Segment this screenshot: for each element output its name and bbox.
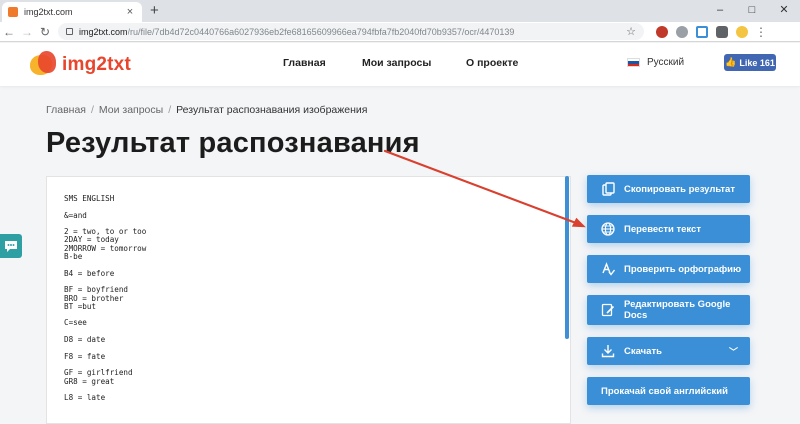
window-controls: – □ ✕ (704, 0, 800, 22)
minimize-button[interactable]: – (704, 0, 736, 22)
reload-icon[interactable]: ↻ (36, 25, 54, 39)
site-favicon-icon (8, 7, 18, 17)
like-label: Like 161 (739, 57, 775, 68)
nav-link-about[interactable]: О проекте (466, 57, 518, 69)
breadcrumb-home[interactable]: Главная (46, 104, 86, 116)
bookmark-star-icon[interactable]: ☆ (626, 25, 636, 38)
extension-hash-icon[interactable] (696, 25, 708, 38)
spellcheck-icon (601, 262, 615, 276)
russian-flag-icon (627, 58, 640, 67)
logo-text: img2txt (62, 54, 131, 75)
spellcheck-button[interactable]: Проверить орфографию (587, 255, 750, 283)
copy-result-label: Скопировать результат (624, 183, 735, 195)
globe-icon (601, 222, 615, 236)
site-logo[interactable]: img2txt (30, 51, 131, 79)
tab-title: img2txt.com (24, 7, 73, 17)
profile-avatar-icon[interactable] (736, 25, 748, 38)
nav-link-my-requests[interactable]: Мои запросы (362, 57, 431, 69)
back-arrow-icon[interactable]: ← (0, 25, 18, 39)
translate-text-label: Перевести текст (624, 223, 701, 235)
browser-tabstrip: img2txt.com × + – □ ✕ (0, 0, 800, 22)
url-host: img2txt.com (79, 26, 128, 37)
edit-google-docs-label: Редактировать Google Docs (624, 299, 731, 321)
breadcrumb-separator: / (168, 104, 172, 116)
browser-menu-icon[interactable]: ⋮ (752, 25, 770, 39)
extension-gray-icon[interactable] (676, 25, 688, 38)
url-path: /ru/file/7db4d72c0440766a6027936eb2fe681… (127, 26, 515, 37)
tab-close-icon[interactable]: × (124, 6, 136, 18)
ocr-result-textarea[interactable]: SMS ENGLISH &=and 2 = two, to or too 2DA… (46, 176, 571, 424)
forward-arrow-icon[interactable]: → (18, 25, 36, 39)
nav-link-home[interactable]: Главная (283, 57, 326, 69)
extension-red-icon[interactable] (656, 25, 668, 38)
facebook-like-button[interactable]: 👍 Like 161 (724, 54, 776, 71)
close-window-button[interactable]: ✕ (768, 0, 800, 22)
language-label: Русский (647, 57, 685, 68)
breadcrumb: Главная / Мои запросы / Результат распоз… (46, 104, 367, 116)
new-tab-button[interactable]: + (150, 3, 159, 19)
logo-mark-icon (30, 51, 58, 79)
chat-bubble-icon (5, 240, 17, 252)
thumbs-up-icon: 👍 (725, 57, 737, 67)
page-title: Результат распознавания (46, 127, 420, 159)
extension-shield-icon[interactable] (716, 25, 728, 38)
ocr-result-text: SMS ENGLISH &=and 2 = two, to or too 2DA… (64, 194, 147, 403)
copy-icon (601, 182, 615, 196)
download-icon (601, 344, 615, 358)
breadcrumb-current: Результат распознавания изображения (176, 104, 368, 116)
browser-tab[interactable]: img2txt.com × (2, 2, 142, 22)
result-scrollbar[interactable] (565, 176, 569, 339)
translate-text-button[interactable]: Перевести текст (587, 215, 750, 243)
maximize-button[interactable]: □ (736, 0, 768, 22)
address-bar[interactable]: img2txt.com /ru/file/7db4d72c0440766a602… (58, 23, 644, 40)
edit-google-docs-button[interactable]: Редактировать Google Docs (587, 295, 750, 325)
language-selector[interactable]: Русский (627, 57, 684, 68)
chevron-down-icon: ﹀ (728, 346, 738, 357)
chat-widget-button[interactable] (0, 234, 22, 258)
breadcrumb-separator: / (90, 104, 94, 116)
extension-icons: ⋮ (652, 25, 770, 39)
browser-toolbar: ← → ↻ img2txt.com /ru/file/7db4d72c04407… (0, 22, 800, 42)
download-label: Скачать (624, 345, 662, 357)
download-button[interactable]: Скачать ﹀ (587, 337, 750, 365)
improve-english-button[interactable]: Прокачай свой английский (587, 377, 750, 405)
spellcheck-label: Проверить орфографию (624, 263, 742, 275)
breadcrumb-my-requests[interactable]: Мои запросы (99, 104, 163, 116)
copy-result-button[interactable]: Скопировать результат (587, 175, 750, 203)
site-header: img2txt Главная Мои запросы О проекте Ру… (0, 43, 800, 86)
edit-document-icon (601, 303, 615, 317)
lock-icon (66, 28, 73, 35)
improve-english-label: Прокачай свой английский (601, 385, 728, 397)
